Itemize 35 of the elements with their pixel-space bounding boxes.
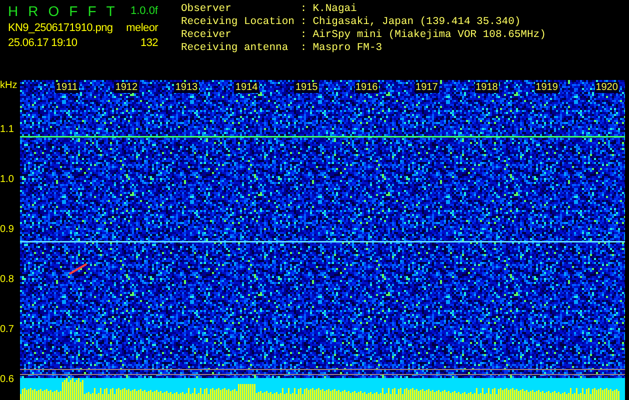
time-label: 1911 (55, 82, 79, 93)
info-colon: : (300, 42, 307, 54)
axis-tick-label: 1.0 (0, 174, 15, 186)
axis-unit-label: kHz (0, 80, 18, 92)
axis-tick-label: 1.1 (0, 124, 15, 136)
axis-tick-label: 0.6 (0, 374, 15, 386)
info-value: Chigasaki, Japan (139.414 35.340) (312, 16, 522, 28)
time-label: 1918 (474, 82, 499, 93)
time-label: 1920 (594, 82, 619, 93)
time-label: 1915 (294, 82, 319, 93)
info-value: AirSpy mini (Miakejima VOR 108.65MHz) (312, 29, 546, 41)
time-label: 1917 (414, 82, 439, 93)
time-label: 1913 (174, 82, 199, 93)
info-colon: : (300, 29, 307, 41)
time-label: 1912 (114, 82, 139, 93)
filename-label: KN9_2506171910.png (8, 22, 113, 34)
axis-tick-label: 0.9 (0, 224, 15, 236)
datetime-label: 25.06.17 19:10 (8, 37, 78, 49)
time-label: 1919 (534, 82, 559, 93)
info-label: Observer (181, 3, 232, 15)
info-value: Maspro FM-3 (312, 42, 384, 54)
info-colon: : (300, 3, 307, 15)
app-logo: H R O F F T (8, 3, 115, 19)
info-label: Receiving antenna (181, 42, 290, 54)
axis-tick-label: 0.7 (0, 324, 15, 336)
info-label: Receiving Location (181, 16, 294, 28)
version-label: 1.0.0f (130, 5, 158, 17)
time-label: 1914 (234, 82, 259, 93)
time-label: 1916 (354, 82, 379, 93)
count-label: 132 (140, 37, 158, 49)
info-colon: : (300, 16, 307, 28)
info-value: K.Nagai (312, 3, 358, 15)
axis-tick-label: 0.8 (0, 274, 15, 286)
info-label: Receiver (181, 29, 232, 41)
mode-label: meleor (126, 22, 158, 34)
